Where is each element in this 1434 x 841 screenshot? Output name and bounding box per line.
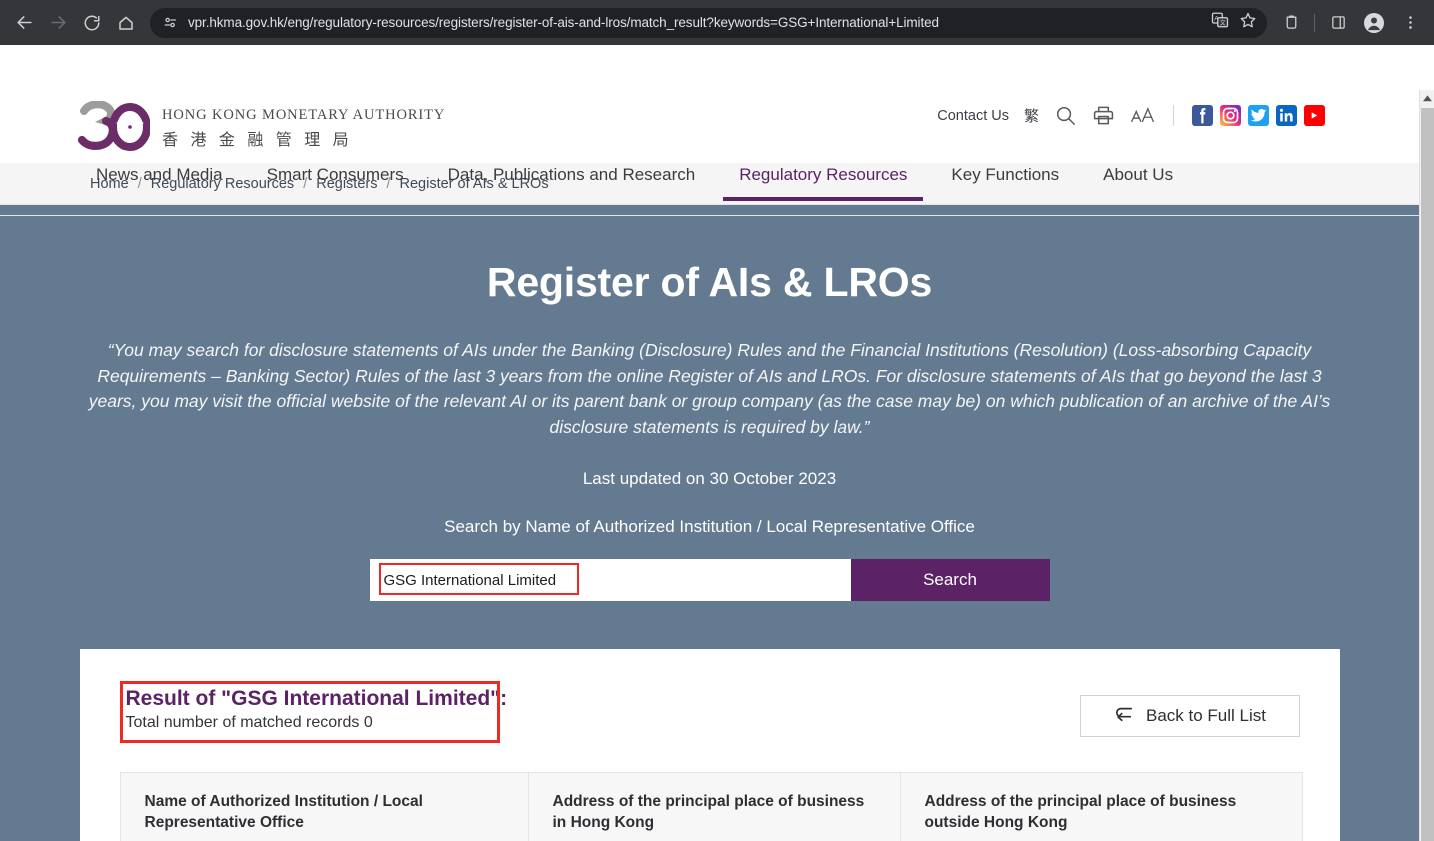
result-record-count: Total number of matched records 0 (125, 714, 373, 731)
page-title: Register of AIs & LROs (486, 259, 933, 305)
last-updated-text: Last updated on 30 October 2023 (582, 469, 837, 488)
browser-toolbar: vpr.hkma.gov.hk/eng/regulatory-resources… (0, 0, 1434, 45)
nav-item-key-functions[interactable]: Key Functions (929, 165, 1081, 201)
site-settings-icon[interactable] (162, 14, 179, 31)
scrollbar-thumb[interactable] (1421, 108, 1434, 841)
column-header-address-hk: Address of the principal place of busine… (527, 772, 901, 841)
browser-actions (1275, 7, 1426, 39)
print-icon[interactable] (1092, 104, 1115, 127)
nav-item-smart-consumers[interactable]: Smart Consumers (245, 165, 426, 201)
org-name-en: HONG KONG MONETARY AUTHORITY (162, 106, 446, 123)
home-icon[interactable] (110, 7, 142, 39)
profile-avatar-icon[interactable] (1358, 7, 1390, 39)
hero-description: “You may search for disclosure statement… (88, 340, 1331, 437)
result-title: Result of "GSG International Limited": (125, 687, 508, 710)
utility-divider (1173, 105, 1174, 126)
search-label: Search by Name of Authorized Institution… (444, 517, 975, 536)
back-to-full-list-label: Back to Full List (1146, 706, 1266, 725)
url-text: vpr.hkma.gov.hk/eng/regulatory-resources… (188, 15, 939, 30)
site-logo-text: HONG KONG MONETARY AUTHORITY 香 港 金 融 管 理… (162, 107, 445, 150)
contact-us-link[interactable]: Contact Us (937, 108, 1009, 124)
utility-bar: Contact Us 繁 (937, 104, 1325, 127)
side-panel-icon[interactable] (1322, 7, 1354, 39)
toolbar-divider (1314, 13, 1315, 32)
results-header: Result of "GSG International Limited": T… (119, 681, 1300, 743)
star-icon[interactable] (1239, 11, 1257, 34)
forward-arrow-icon[interactable] (42, 7, 74, 39)
hero-section: Register of AIs & LROs “You may search f… (0, 205, 1419, 649)
vertical-scrollbar[interactable] (1419, 90, 1434, 841)
social-links (1192, 105, 1325, 126)
site-logo[interactable]: HONG KONG MONETARY AUTHORITY 香 港 金 融 管 理… (78, 100, 445, 155)
back-to-full-list-button[interactable]: Back to Full List (1079, 695, 1300, 737)
page-viewport: HONG KONG MONETARY AUTHORITY 香 港 金 融 管 理… (0, 45, 1434, 841)
return-arrow-icon (1113, 705, 1135, 728)
header-divider (0, 215, 1419, 216)
font-size-icon[interactable] (1130, 105, 1155, 127)
site-header: HONG KONG MONETARY AUTHORITY 香 港 金 融 管 理… (0, 45, 1419, 216)
search-form: GSG International Limited Search (369, 559, 1050, 601)
linkedin-icon[interactable] (1276, 105, 1297, 126)
nav-item-data-publications-and-research[interactable]: Data, Publications and Research (426, 165, 718, 201)
search-icon[interactable] (1054, 104, 1077, 127)
results-section: Result of "GSG International Limited": T… (0, 649, 1419, 841)
main-navigation: News and Media Smart Consumers Data, Pub… (78, 165, 1195, 201)
translate-icon[interactable]: A文 (1211, 11, 1229, 34)
results-table: Name of Authorized Institution / Local R… (119, 772, 1303, 841)
back-arrow-icon[interactable] (8, 7, 40, 39)
column-header-name: Name of Authorized Institution / Local R… (119, 772, 529, 841)
youtube-icon[interactable] (1304, 105, 1325, 126)
web-page: HONG KONG MONETARY AUTHORITY 香 港 金 融 管 理… (0, 45, 1419, 841)
table-header-row: Name of Authorized Institution / Local R… (119, 772, 1303, 841)
three-dot-menu-icon[interactable] (1394, 7, 1426, 39)
nav-item-regulatory-resources[interactable]: Regulatory Resources (717, 165, 929, 201)
result-summary: Result of "GSG International Limited": T… (119, 681, 520, 743)
search-input-value: GSG International Limited (383, 571, 557, 589)
extensions-icon[interactable] (1275, 7, 1307, 39)
search-button[interactable]: Search (850, 559, 1050, 601)
reload-icon[interactable] (76, 7, 108, 39)
address-bar[interactable]: vpr.hkma.gov.hk/eng/regulatory-resources… (150, 7, 1267, 38)
twitter-icon[interactable] (1248, 105, 1269, 126)
facebook-icon[interactable] (1192, 105, 1213, 126)
results-table-head: Name of Authorized Institution / Local R… (119, 772, 1303, 841)
results-card: Result of "GSG International Limited": T… (79, 649, 1340, 841)
scroll-up-arrow-icon[interactable] (1420, 90, 1434, 106)
column-header-address-outside-hk: Address of the principal place of busine… (899, 772, 1303, 841)
search-input[interactable]: GSG International Limited (369, 559, 851, 601)
nav-item-about-us[interactable]: About Us (1081, 165, 1195, 201)
hkma-30th-anniversary-logo-icon (78, 100, 151, 155)
nav-item-news-and-media[interactable]: News and Media (78, 165, 245, 201)
language-toggle[interactable]: 繁 (1024, 105, 1039, 126)
instagram-icon[interactable] (1220, 105, 1241, 126)
org-name-zh: 香 港 金 融 管 理 局 (162, 131, 353, 149)
